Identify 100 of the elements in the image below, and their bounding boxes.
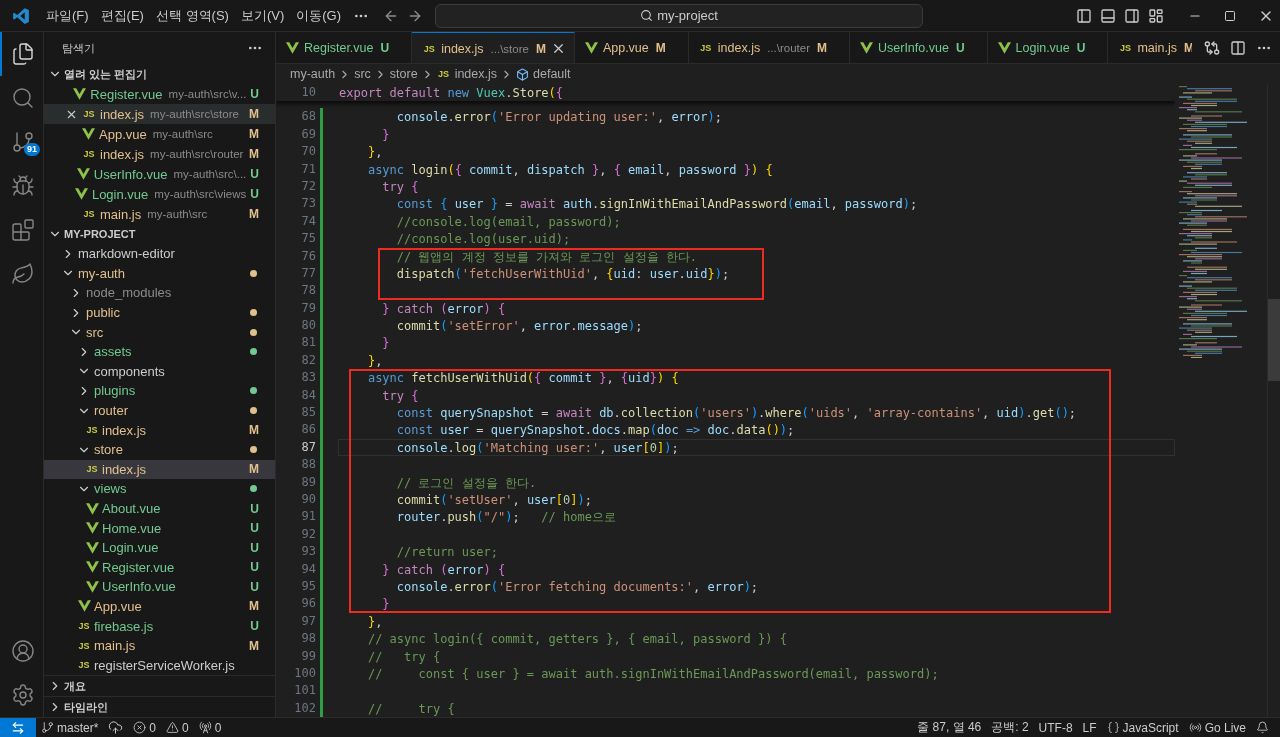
line-number: 102 — [293, 699, 316, 717]
open-editor-item[interactable]: App.vue my-auth\src M — [44, 124, 275, 144]
line-number: 84 — [300, 386, 316, 404]
folder-item[interactable]: store — [44, 439, 275, 460]
js-file-icon: JS — [77, 621, 91, 632]
folder-item[interactable]: markdown-editor — [44, 244, 275, 264]
line-number: 70 — [300, 143, 316, 161]
code-line: console.error('Error updating user:', error); — [395, 109, 723, 126]
breadcrumb-item[interactable]: default — [516, 67, 571, 81]
count-badge: 91 — [24, 143, 40, 156]
line-number: 10 — [300, 84, 316, 101]
folder-item[interactable]: public — [44, 302, 275, 323]
line-number: 74 — [300, 212, 316, 230]
open-editor-item[interactable]: Register.vue my-auth\src\v... U — [44, 84, 275, 104]
code-line: commit('setUser', user[0]); — [395, 492, 593, 509]
folder-item[interactable]: views — [44, 479, 275, 499]
line-number: 89 — [300, 473, 316, 491]
open-editor-item[interactable]: JS index.js my-auth\src\store M — [44, 104, 275, 124]
menu-item[interactable]: 편집(E) — [94, 6, 150, 25]
code-line: try { — [381, 178, 420, 196]
file-item[interactable]: JS registerServiceWorker.js — [44, 655, 275, 675]
section-header[interactable]: 개요 — [44, 675, 275, 696]
activity-item[interactable]: 91 — [0, 120, 43, 164]
js-file-icon: JS — [698, 43, 713, 53]
section-header[interactable]: 열려 있는 편집기 — [44, 64, 275, 84]
file-item[interactable]: UserInfo.vue U — [44, 577, 275, 597]
code-line: } catch (error) { — [381, 300, 507, 318]
open-editor-item[interactable]: UserInfo.vue my-auth\src\... U — [44, 164, 275, 184]
code-line: // try { — [366, 648, 442, 665]
line-number: 82 — [300, 351, 316, 369]
breadcrumb-item[interactable]: JS index.js — [436, 67, 497, 81]
status-item[interactable]: 공백: 2 — [986, 719, 1034, 736]
menu-item[interactable]: 선택 영역(S) — [149, 6, 235, 25]
menu-item[interactable]: 보기(V) — [234, 6, 291, 25]
line-number: 69 — [300, 125, 316, 143]
code-line: export default new Vuex.Store({ — [338, 85, 565, 102]
status-item[interactable]: UTF-8 — [1033, 720, 1078, 735]
js-file-icon: JS — [436, 69, 451, 79]
status-item[interactable]: 0 — [193, 720, 227, 735]
js-file-icon: JS — [82, 149, 96, 159]
folder-item[interactable]: my-auth — [44, 263, 275, 284]
line-number: 98 — [300, 630, 316, 648]
folder-item[interactable]: node_modules — [44, 283, 275, 303]
folder-item[interactable]: components — [44, 361, 275, 382]
status-item[interactable]: master* — [36, 720, 104, 735]
line-number: 73 — [300, 195, 316, 213]
breadcrumb-item[interactable]: my-auth — [290, 67, 336, 81]
status-item[interactable]: Go Live — [1183, 720, 1251, 735]
file-item[interactable]: JS main.js M — [44, 635, 275, 656]
line-number: 87 — [300, 438, 316, 456]
status-item[interactable]: 0 — [128, 720, 162, 735]
folder-item[interactable]: router — [44, 400, 275, 421]
status-item[interactable]: JavaScript — [1101, 720, 1184, 735]
line-number: 71 — [300, 160, 316, 178]
code-line: try { — [381, 387, 420, 405]
code-line: // 로그인 설정을 한다. — [395, 474, 538, 491]
open-editor-item[interactable]: JS main.js my-auth\src M — [44, 204, 275, 224]
breadcrumb-item[interactable]: store — [389, 67, 418, 81]
code-line: //console.log(user.uid); — [395, 231, 572, 248]
js-file-icon: JS — [1118, 43, 1133, 53]
file-item[interactable]: JS index.js M — [44, 459, 275, 480]
file-item[interactable]: Home.vue U — [44, 518, 275, 538]
open-editor-item[interactable]: Login.vue my-auth\src\views U — [44, 184, 275, 204]
code-line: // try { — [366, 700, 456, 717]
folder-item[interactable]: plugins — [44, 381, 275, 401]
status-item[interactable]: 줄 87, 열 46 — [912, 719, 987, 736]
command-center[interactable]: my-project — [435, 3, 924, 28]
code-line: const { user } = await auth.signInWithEmailAndPassword(email, password); — [395, 196, 919, 213]
breadcrumb-item[interactable]: src — [354, 67, 371, 81]
menu-item[interactable]: 파일(F) — [40, 6, 95, 25]
menu-item[interactable]: 이동(G) — [290, 6, 348, 25]
code-line: // 웹앱의 계정 정보를 가져와 로그인 설정을 한다. — [395, 248, 699, 265]
code-line: commit('setError', error.message); — [395, 318, 644, 335]
js-file-icon: JS — [82, 209, 96, 219]
file-item[interactable]: Login.vue U — [44, 537, 275, 558]
code-line: } — [381, 335, 391, 352]
line-number: 75 — [300, 230, 316, 248]
line-number: 99 — [300, 647, 316, 665]
section-header[interactable]: MY-PROJECT — [44, 224, 275, 244]
status-item[interactable]: 0 — [161, 720, 194, 735]
open-editor-item[interactable]: JS index.js my-auth\src\router M — [44, 144, 275, 164]
code-line: }, — [366, 144, 384, 161]
file-item[interactable]: JS firebase.js U — [44, 616, 275, 636]
js-file-icon: JS — [77, 640, 91, 651]
folder-item[interactable]: assets — [44, 341, 275, 362]
line-number: 78 — [300, 282, 316, 300]
line-number: 83 — [300, 369, 316, 387]
line-number: 85 — [300, 404, 316, 422]
folder-item[interactable]: src — [44, 322, 275, 342]
line-number: 81 — [300, 334, 316, 352]
js-file-icon: JS — [82, 109, 96, 119]
editor-tab[interactable]: JS index.js ...\store M — [412, 32, 575, 63]
status-item[interactable]: LF — [1077, 720, 1102, 735]
code-line: }, — [366, 613, 384, 631]
code-line: const user = querySnapshot.docs.map(doc => doc.data()); — [395, 422, 796, 439]
file-item[interactable]: JS index.js M — [44, 420, 275, 440]
file-item[interactable]: App.vue M — [44, 596, 275, 617]
code-line: // const { user } = await auth.signInWithEmailAndPassword(email, password); — [366, 665, 940, 683]
file-item[interactable]: Register.vue U — [44, 557, 275, 578]
file-item[interactable]: About.vue U — [44, 498, 275, 519]
